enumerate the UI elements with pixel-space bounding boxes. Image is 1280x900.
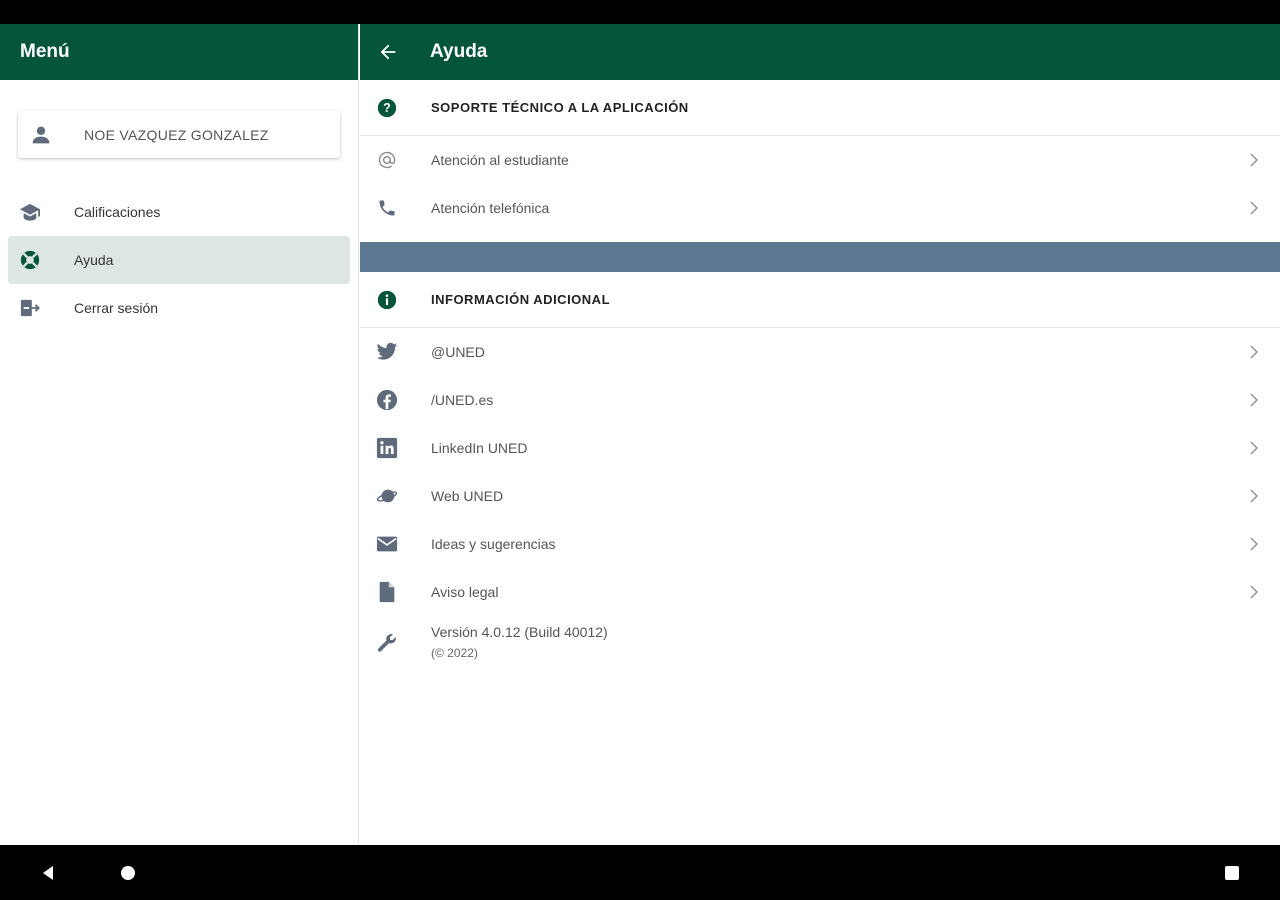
section-heading: SOPORTE TÉCNICO A LA APLICACIÓN: [431, 100, 689, 115]
chevron-right-icon: [1246, 488, 1262, 504]
list-item-label: Ideas y sugerencias: [431, 536, 556, 552]
user-icon: [30, 124, 52, 146]
list-item-aviso-legal[interactable]: Aviso legal: [360, 568, 1280, 616]
twitter-icon: [376, 341, 398, 363]
info-circle-icon: [376, 289, 398, 311]
list-item-label: LinkedIn UNED: [431, 440, 528, 456]
lifebuoy-icon: [18, 248, 42, 272]
help-page: Ayuda ? SOPORTE TÉCNICO A LA APLICACIÓN …: [360, 24, 1280, 845]
menu-item-label: Calificaciones: [74, 204, 161, 220]
list-item-web-uned[interactable]: Web UNED: [360, 472, 1280, 520]
section-divider: [360, 242, 1280, 272]
document-icon: [376, 581, 398, 603]
app-bar: Ayuda: [360, 24, 1280, 80]
logout-icon: [18, 296, 42, 320]
list-item-linkedin[interactable]: LinkedIn UNED: [360, 424, 1280, 472]
chevron-right-icon: [1246, 392, 1262, 408]
at-icon: [376, 149, 398, 171]
drawer-header: Menú: [0, 24, 358, 80]
info-section-header: INFORMACIÓN ADICIONAL: [360, 272, 1280, 328]
nav-home-icon[interactable]: [114, 859, 142, 887]
chevron-right-icon: [1246, 200, 1262, 216]
menu-item-cerrar-sesion[interactable]: Cerrar sesión: [8, 284, 350, 332]
linkedin-icon: [376, 437, 398, 459]
menu-item-label: Cerrar sesión: [74, 300, 159, 316]
list-item-label: Aviso legal: [431, 584, 499, 600]
list-item-facebook[interactable]: /UNED.es: [360, 376, 1280, 424]
copyright-text: (© 2022): [431, 646, 478, 660]
wrench-icon: [376, 632, 398, 654]
chevron-right-icon: [1246, 344, 1262, 360]
version-text: Versión 4.0.12 (Build 40012): [431, 624, 608, 640]
list-item-label: Web UNED: [431, 488, 504, 504]
list-item-label: @UNED: [431, 344, 485, 360]
user-profile-card[interactable]: NOE VAZQUEZ GONZALEZ: [18, 111, 340, 158]
page-title: Ayuda: [430, 41, 488, 62]
facebook-icon: [376, 389, 398, 411]
navigation-drawer: Menú NOE VAZQUEZ GONZALEZ Calificaciones…: [0, 24, 359, 845]
list-item-ideas-sugerencias[interactable]: Ideas y sugerencias: [360, 520, 1280, 568]
support-section-header: ? SOPORTE TÉCNICO A LA APLICACIÓN: [360, 80, 1280, 136]
menu-item-label: Ayuda: [74, 252, 114, 268]
back-arrow-icon[interactable]: [360, 24, 416, 80]
nav-recents-icon[interactable]: [1218, 859, 1246, 887]
drawer-title: Menú: [20, 41, 70, 62]
nav-back-icon[interactable]: [34, 859, 62, 887]
section-heading: INFORMACIÓN ADICIONAL: [431, 292, 611, 307]
chevron-right-icon: [1246, 536, 1262, 552]
list-item-atencion-telefonica[interactable]: Atención telefónica: [360, 184, 1280, 232]
app-screen: Menú NOE VAZQUEZ GONZALEZ Calificaciones…: [0, 24, 1280, 845]
status-bar: [0, 0, 1280, 24]
list-item-label: /UNED.es: [431, 392, 494, 408]
drawer-menu: Calificaciones Ayuda Cerrar sesión: [8, 188, 350, 332]
menu-item-ayuda[interactable]: Ayuda: [8, 236, 350, 284]
list-item-atencion-estudiante[interactable]: Atención al estudiante: [360, 136, 1280, 184]
chevron-right-icon: [1246, 152, 1262, 168]
svg-text:?: ?: [383, 101, 391, 115]
menu-item-calificaciones[interactable]: Calificaciones: [8, 188, 350, 236]
system-navigation-bar: [0, 845, 1280, 900]
chevron-right-icon: [1246, 440, 1262, 456]
help-circle-icon: ?: [376, 97, 398, 119]
planet-icon: [376, 485, 398, 507]
chevron-right-icon: [1246, 584, 1262, 600]
phone-icon: [376, 197, 398, 219]
version-info: Versión 4.0.12 (Build 40012) (© 2022): [360, 616, 1280, 680]
list-item-label: Atención telefónica: [431, 200, 550, 216]
graduation-cap-icon: [18, 200, 42, 224]
list-item-twitter[interactable]: @UNED: [360, 328, 1280, 376]
envelope-icon: [376, 533, 398, 555]
user-name: NOE VAZQUEZ GONZALEZ: [84, 126, 269, 143]
list-item-label: Atención al estudiante: [431, 152, 569, 168]
